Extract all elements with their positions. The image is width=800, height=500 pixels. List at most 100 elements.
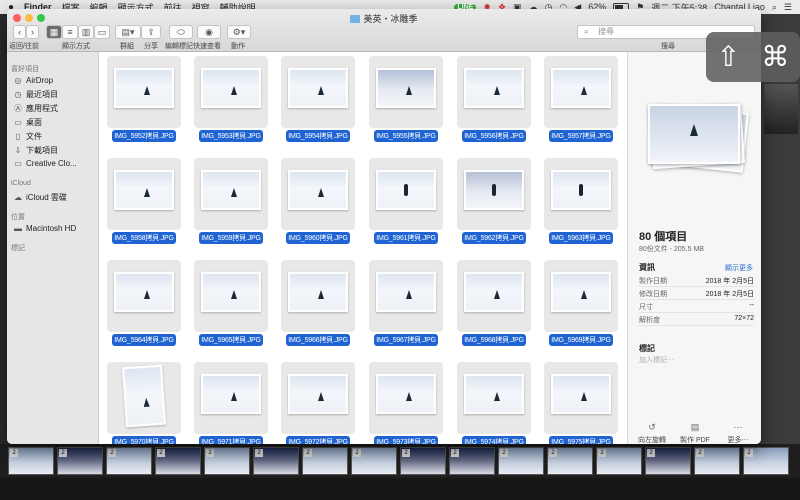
sidebar-item-macintosh-hd[interactable]: ▬ Macintosh HD <box>13 224 76 233</box>
create-pdf-button[interactable]: ▤ 製作 PDF <box>675 422 715 444</box>
edit-tags-button[interactable]: ⬭ <box>169 25 193 39</box>
sidebar-item-icloud-drive[interactable]: ☁ iCloud 雲碟 <box>13 192 67 203</box>
add-tags-field[interactable]: 加入標記⋯ <box>639 355 674 365</box>
list-icon: ≡ <box>67 27 73 37</box>
preview-pane: 80 個項目 80份文件 - 205.5 MB 資訊 顯示更多 製作日期 2018… <box>627 52 761 444</box>
item-count: 80 個項目 <box>639 231 688 243</box>
action-button[interactable]: ⚙▾ <box>227 25 251 39</box>
command-key-icon: ⌘ <box>761 41 790 72</box>
share-icon: ⇪ <box>147 26 155 37</box>
sidebar: 喜好項目 ◎ AirDrop ◷ 最近項目 Ⓐ 應用程式 ▭ 桌面 ▯ 文件 ⇩ 下載項目 … <box>7 52 99 444</box>
file-tile[interactable]: IMG_5966拷貝.JPG <box>281 260 355 346</box>
file-thumbnail <box>114 170 174 210</box>
file-tile[interactable]: IMG_5964拷貝.JPG <box>107 260 181 346</box>
file-name: IMG_5974拷貝.JPG <box>462 436 526 444</box>
sidebar-item-recents[interactable]: ◷ 最近項目 <box>13 89 59 100</box>
notification-center-icon[interactable]: ☰ <box>784 2 792 13</box>
file-tile[interactable]: IMG_5957拷貝.JPG <box>544 56 618 142</box>
filmstrip-thumbnail[interactable]: 2 <box>400 447 446 475</box>
back-button[interactable]: ‹ <box>13 25 26 39</box>
file-name: IMG_5966拷貝.JPG <box>286 334 350 346</box>
file-tile[interactable]: IMG_5974拷貝.JPG <box>457 362 531 444</box>
filmstrip-thumbnail[interactable]: 2 <box>204 447 250 475</box>
file-tile[interactable]: IMG_5958拷貝.JPG <box>107 158 181 244</box>
file-name: IMG_5961拷貝.JPG <box>374 232 438 244</box>
filmstrip-thumbnail[interactable]: 2 <box>743 447 789 475</box>
gallery-view-button[interactable]: ▭ <box>94 25 110 39</box>
list-view-button[interactable]: ≡ <box>62 25 78 39</box>
filmstrip-badge: 2 <box>10 449 18 457</box>
file-tile[interactable]: IMG_5965拷貝.JPG <box>194 260 268 346</box>
filmstrip-thumbnail[interactable]: 2 <box>596 447 642 475</box>
file-name: IMG_5970拷貝.JPG <box>112 436 176 444</box>
file-tile[interactable]: IMG_5973拷貝.JPG <box>369 362 443 444</box>
icon-view-button[interactable]: ▦ <box>46 25 62 39</box>
file-tile[interactable]: IMG_5955拷貝.JPG <box>369 56 443 142</box>
share-button[interactable]: ⇪ <box>141 25 161 39</box>
quick-look-button[interactable]: ◉ <box>197 25 221 39</box>
file-tile[interactable]: IMG_5953拷貝.JPG <box>194 56 268 142</box>
sidebar-item-applications[interactable]: Ⓐ 應用程式 <box>13 103 58 114</box>
file-tile[interactable]: IMG_5963拷貝.JPG <box>544 158 618 244</box>
file-tile[interactable]: IMG_5971拷貝.JPG <box>194 362 268 444</box>
show-more-link[interactable]: 顯示更多 <box>725 263 753 273</box>
file-tile[interactable]: IMG_5970拷貝.JPG <box>107 362 181 444</box>
file-thumbnail <box>288 272 348 312</box>
file-tile[interactable]: IMG_5969拷貝.JPG <box>544 260 618 346</box>
sidebar-item-documents[interactable]: ▯ 文件 <box>13 131 42 142</box>
file-tile[interactable]: IMG_5954拷貝.JPG <box>281 56 355 142</box>
file-tile[interactable]: IMG_5975拷貝.JPG <box>544 362 618 444</box>
file-tile[interactable]: IMG_5959拷貝.JPG <box>194 158 268 244</box>
filmstrip-thumbnail[interactable]: 2 <box>694 447 740 475</box>
person-figure <box>492 184 496 196</box>
group-button[interactable]: ▤▾ <box>115 25 141 39</box>
more-button[interactable]: ⋯ 更多⋯ <box>718 422 758 444</box>
quick-look-label: 快速查看 <box>193 43 221 50</box>
tag-icon: ⬭ <box>177 26 185 37</box>
eye-icon: ◉ <box>205 26 213 37</box>
file-tile[interactable]: IMG_5967拷貝.JPG <box>369 260 443 346</box>
file-tile[interactable]: IMG_5956拷貝.JPG <box>457 56 531 142</box>
filmstrip-thumbnail[interactable]: 2 <box>302 447 348 475</box>
file-tile[interactable]: IMG_5961拷貝.JPG <box>369 158 443 244</box>
filmstrip-thumbnail[interactable]: 2 <box>106 447 152 475</box>
file-tile[interactable]: IMG_5960拷貝.JPG <box>281 158 355 244</box>
sidebar-item-downloads[interactable]: ⇩ 下載項目 <box>13 145 58 156</box>
spotlight-icon[interactable]: ⌕ <box>772 2 777 13</box>
folder-icon: ▭ <box>14 159 22 168</box>
rotate-left-button[interactable]: ↺ 向左旋轉 <box>632 422 672 444</box>
file-name: IMG_5963拷貝.JPG <box>549 232 613 244</box>
file-tile[interactable]: IMG_5968拷貝.JPG <box>457 260 531 346</box>
file-name: IMG_5959拷貝.JPG <box>199 232 263 244</box>
filmstrip-thumbnail[interactable]: 2 <box>498 447 544 475</box>
sidebar-item-creative-cloud[interactable]: ▭ Creative Clo... <box>13 159 76 168</box>
clock-icon: ◷ <box>14 90 22 99</box>
file-thumbnail <box>114 272 174 312</box>
file-name: IMG_5962拷貝.JPG <box>462 232 526 244</box>
tree-figure <box>406 290 412 299</box>
filmstrip-thumbnail[interactable]: 2 <box>253 447 299 475</box>
file-name: IMG_5958拷貝.JPG <box>112 232 176 244</box>
filmstrip-thumbnail[interactable]: 2 <box>547 447 593 475</box>
file-thumbnail <box>551 272 611 312</box>
file-tile[interactable]: IMG_5972拷貝.JPG <box>281 362 355 444</box>
file-name: IMG_5960拷貝.JPG <box>286 232 350 244</box>
sidebar-item-airdrop[interactable]: ◎ AirDrop <box>13 76 54 85</box>
file-tile[interactable]: IMG_5962拷貝.JPG <box>457 158 531 244</box>
filmstrip-thumbnail[interactable]: 2 <box>645 447 691 475</box>
info-row-created: 製作日期 2018 年 2月5日 <box>639 278 754 287</box>
gear-icon: ⚙▾ <box>232 26 246 37</box>
tree-figure <box>231 86 237 95</box>
file-tile[interactable]: IMG_5952拷貝.JPG <box>107 56 181 142</box>
filmstrip-thumbnail[interactable]: 2 <box>155 447 201 475</box>
filmstrip-thumbnail[interactable]: 2 <box>351 447 397 475</box>
filmstrip-thumbnail[interactable]: 2 <box>8 447 54 475</box>
file-name: IMG_5972拷貝.JPG <box>286 436 350 444</box>
file-thumbnail <box>464 68 524 108</box>
filmstrip-thumbnail[interactable]: 2 <box>449 447 495 475</box>
filmstrip-thumbnail[interactable]: 2 <box>57 447 103 475</box>
sidebar-item-desktop[interactable]: ▭ 桌面 <box>13 117 42 128</box>
forward-button[interactable]: › <box>26 25 39 39</box>
column-view-button[interactable]: ▥ <box>78 25 94 39</box>
window-title: 美英・冰雕季 <box>7 12 761 25</box>
